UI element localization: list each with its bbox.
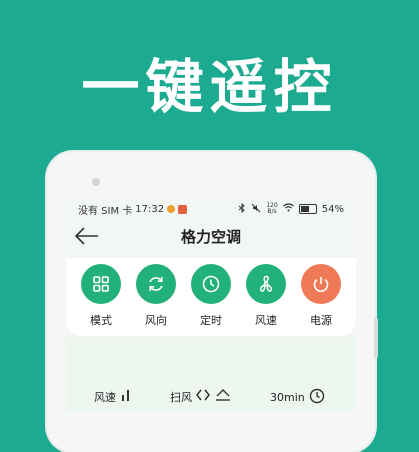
refresh-icon (136, 264, 176, 304)
sweep-up-icon (214, 388, 232, 405)
sweep-arrows-icon (196, 388, 210, 405)
speed-indicator: 风速 (94, 388, 132, 405)
fan-speed-label: 风速 (255, 314, 277, 327)
timer-label: 定时 (200, 314, 222, 327)
headline: 一键遥控 (81, 53, 338, 121)
signal-bars-icon (120, 388, 132, 405)
timer-button[interactable]: 定时 (188, 264, 234, 328)
status-bar: 没有 SIM 卡 17:32 120 B/s 54% (66, 198, 356, 220)
mute-icon (251, 203, 261, 216)
network-speed: 120 B/s (266, 202, 278, 215)
fan-icon (246, 264, 286, 304)
wifi-icon (282, 203, 294, 215)
power-icon (301, 264, 341, 304)
wind-direction-label: 风向 (145, 314, 167, 327)
speed-label: 风速 (94, 390, 116, 404)
page-title: 格力空调 (180, 228, 241, 246)
sweep-indicator: 扫风 (170, 388, 232, 405)
clock-icon (191, 264, 231, 304)
power-label: 电源 (310, 314, 332, 327)
timer-value: 30min (270, 391, 305, 404)
battery-level: 54% (321, 203, 344, 215)
camera-icon (92, 178, 100, 186)
title-bar: 格力空调 (66, 222, 356, 250)
power-button[interactable]: 电源 (298, 264, 344, 328)
wind-direction-button[interactable]: 风向 (133, 264, 179, 328)
app-notification-icon (178, 204, 188, 214)
grid-icon (81, 264, 121, 304)
sweep-label: 扫风 (170, 390, 192, 404)
timer-indicator: 30min (270, 388, 325, 407)
bluetooth-icon (238, 202, 246, 216)
battery-icon (298, 204, 317, 214)
clock-small-icon (309, 388, 325, 407)
mode-label: 模式 (90, 314, 112, 327)
phone-side-button (374, 318, 378, 358)
sim-status: 没有 SIM 卡 (78, 205, 133, 217)
status-time: 17:32 (135, 203, 165, 215)
fan-speed-button[interactable]: 风速 (243, 264, 289, 328)
control-card: 模式 风向 定时 风速 电源 (66, 258, 356, 336)
status-row: 风速 扫风 30min (66, 384, 356, 408)
mode-button[interactable]: 模式 (78, 264, 124, 328)
phone-screen: 没有 SIM 卡 17:32 120 B/s 54% 格力空调 模式 风向 定时… (66, 198, 356, 412)
notification-icon (167, 205, 176, 213)
